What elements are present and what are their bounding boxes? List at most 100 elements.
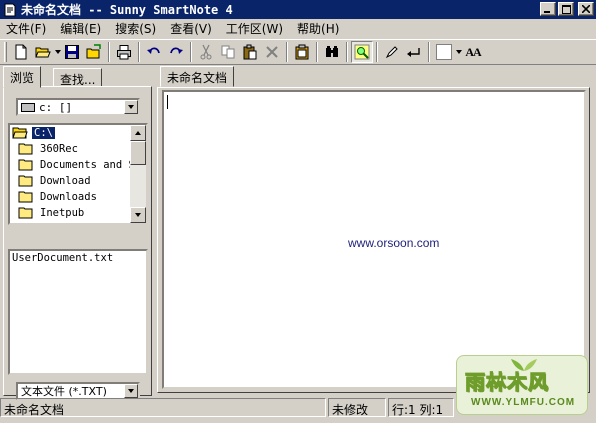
open-button[interactable] (32, 41, 54, 63)
font-icon: AA (465, 44, 481, 59)
folder-name: Documents and S (40, 159, 135, 171)
undo-button[interactable] (143, 41, 165, 63)
toolbar: AA (0, 39, 596, 65)
chevron-up-icon (135, 131, 141, 135)
print-icon (117, 45, 131, 60)
folder-icon (18, 143, 33, 155)
new-button[interactable] (10, 41, 32, 63)
text-editor[interactable]: www.orsoon.com (162, 90, 586, 389)
file-item[interactable]: UserDocument.txt (12, 252, 144, 264)
pen-icon (385, 46, 398, 59)
cut-button[interactable] (195, 41, 217, 63)
delete-button[interactable] (261, 41, 283, 63)
pen-button[interactable] (381, 41, 403, 63)
find-button[interactable] (321, 41, 343, 63)
close-icon (582, 5, 590, 13)
font-button[interactable]: AA (462, 41, 484, 63)
menu-help[interactable]: 帮助(H) (297, 20, 339, 37)
folder-name: C:\ (32, 127, 55, 139)
open-folder-icon (12, 127, 28, 139)
folder-list[interactable]: C:\ 360Rec Documents and S Download Down… (8, 123, 148, 225)
chevron-down-icon (54, 50, 61, 54)
chevron-down-icon (455, 50, 462, 54)
folder-item[interactable]: Documents and S (18, 157, 138, 173)
redo-icon (170, 47, 183, 54)
open-project-icon (86, 44, 101, 59)
folder-item[interactable]: Downloads (18, 189, 138, 205)
paste-button[interactable] (239, 41, 261, 63)
folder-name: Downloads (40, 191, 97, 203)
drive-dropdown-button[interactable] (124, 100, 138, 114)
drive-select[interactable]: c: [] (16, 98, 140, 116)
open-dropdown[interactable] (54, 41, 61, 63)
folder-icon (18, 175, 33, 187)
status-document: 未命名文档 (0, 398, 326, 417)
color-picker-button[interactable] (433, 41, 455, 63)
clipboard-icon (295, 44, 309, 60)
find-replace-button[interactable] (351, 41, 373, 63)
watermark-url: www.orsoon.com (348, 236, 440, 250)
clipboard-button[interactable] (291, 41, 313, 63)
tab-find[interactable]: 查找... (53, 68, 103, 87)
file-type-value: 文本文件 (*.TXT) (21, 385, 107, 398)
redo-button[interactable] (165, 41, 187, 63)
undo-icon (147, 47, 160, 54)
title-bar[interactable]: 未命名文档 -- Sunny SmartNote 4 (0, 0, 596, 19)
window-title: 未命名文档 -- Sunny SmartNote 4 (21, 3, 233, 17)
folder-name: Download (40, 175, 91, 187)
chevron-down-icon (128, 105, 134, 109)
close-button[interactable] (578, 2, 594, 16)
editor-frame: www.orsoon.com (157, 87, 590, 393)
folder-item[interactable]: Inetpub (18, 205, 138, 221)
menu-workspace[interactable]: 工作区(W) (226, 20, 283, 37)
menu-search[interactable]: 搜索(S) (115, 20, 156, 37)
toolbar-separator (138, 42, 140, 62)
toolbar-separator (428, 42, 430, 62)
tab-browse[interactable]: 浏览 (3, 66, 42, 88)
chevron-down-icon (135, 213, 141, 217)
browser-panel: 浏览 查找... c: [] C:\ 360Rec Documents and … (3, 66, 152, 400)
chevron-down-icon (128, 389, 134, 393)
word-wrap-button[interactable] (403, 41, 425, 63)
toolbar-separator (190, 42, 192, 62)
copy-button[interactable] (217, 41, 239, 63)
find-icon (326, 46, 338, 57)
folder-item[interactable]: Download (18, 173, 138, 189)
browser-tabs: 浏览 查找... (3, 66, 152, 88)
save-button[interactable] (61, 41, 83, 63)
maximize-button[interactable] (558, 2, 574, 16)
menu-view[interactable]: 查看(V) (170, 20, 212, 37)
print-button[interactable] (113, 41, 135, 63)
scroll-up-button[interactable] (130, 125, 146, 141)
new-file-icon (15, 44, 27, 60)
minimize-button[interactable] (540, 2, 556, 16)
folder-name: 360Rec (40, 143, 78, 155)
scroll-down-button[interactable] (130, 207, 146, 223)
file-list[interactable]: UserDocument.txt (8, 249, 148, 375)
caption-buttons (540, 2, 594, 16)
text-caret (167, 95, 168, 109)
tab-document[interactable]: 未命名文档 (160, 66, 235, 87)
status-position: 行:1 列:1 (388, 398, 454, 417)
scroll-thumb[interactable] (130, 141, 146, 165)
folder-icon (18, 159, 33, 171)
minimize-icon (544, 11, 550, 13)
toolbar-separator (316, 42, 318, 62)
color-dropdown[interactable] (455, 41, 462, 63)
menu-file[interactable]: 文件(F) (6, 20, 46, 37)
toolbar-separator (376, 42, 378, 62)
file-type-dropdown-button[interactable] (124, 384, 138, 398)
folder-scrollbar[interactable] (130, 125, 146, 223)
toolbar-grip[interactable] (4, 42, 7, 62)
open-project-button[interactable] (83, 41, 105, 63)
open-folder-icon (35, 47, 51, 58)
toolbar-separator (108, 42, 110, 62)
menu-bar: 文件(F) 编辑(E) 搜索(S) 查看(V) 工作区(W) 帮助(H) (0, 19, 596, 38)
logo-text: 雨林木风 (465, 370, 549, 395)
menu-edit[interactable]: 编辑(E) (60, 20, 101, 37)
find-replace-icon (354, 44, 370, 60)
folder-item[interactable]: C:\ (12, 125, 132, 141)
word-wrap-icon (407, 48, 420, 57)
folder-item[interactable]: 360Rec (18, 141, 138, 157)
folder-icon (18, 191, 33, 203)
